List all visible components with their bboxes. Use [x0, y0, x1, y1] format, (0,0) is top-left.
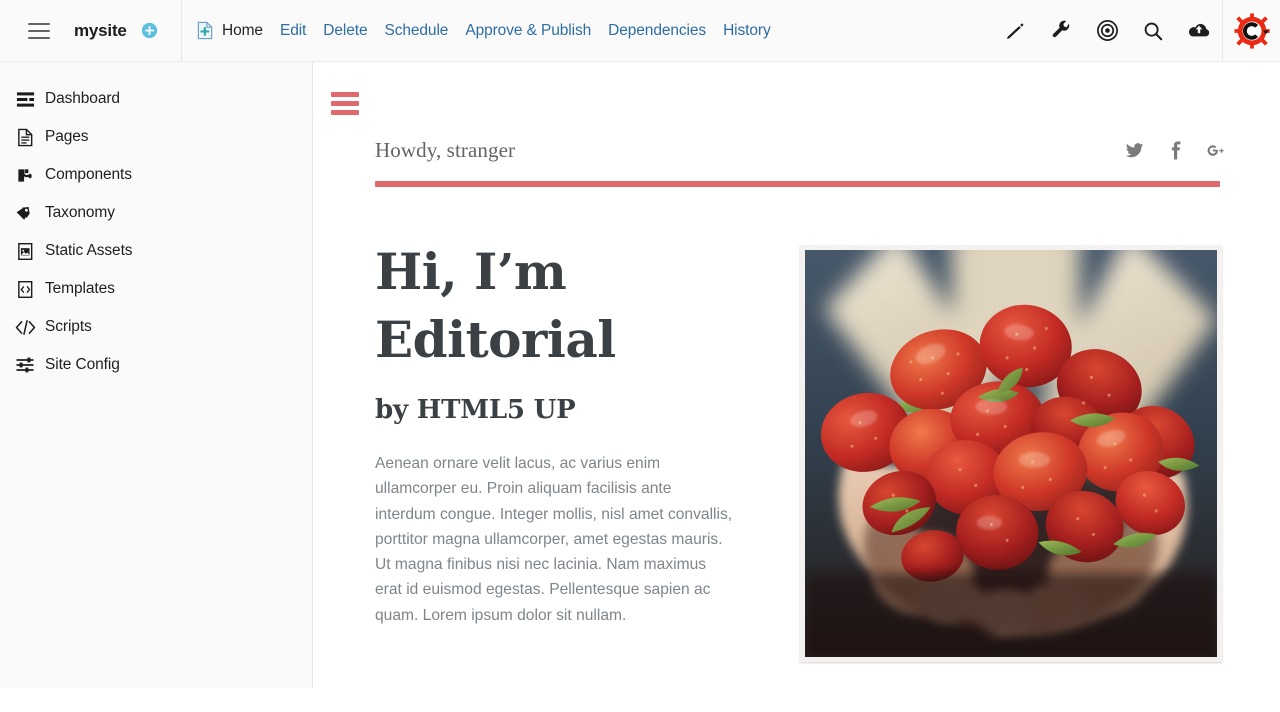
hamburger-bar: [28, 22, 50, 25]
sidebar-item-label: Dashboard: [45, 90, 120, 107]
header-divider: [375, 181, 1220, 187]
greeting-text: Howdy, stranger: [375, 138, 516, 162]
top-toolbar: mysite Home Edit Delete Schedule Approve…: [0, 0, 1280, 62]
preview-hamburger-icon[interactable]: [331, 92, 359, 115]
strawberries-in-hands-photo: [800, 245, 1222, 662]
hamburger-bar: [28, 36, 50, 39]
page-preview-pane: Howdy, stranger Hi, I’m Editorial by HTM…: [314, 62, 1280, 712]
sidebar: Dashboard Pages Components Taxonomy Stat…: [0, 62, 313, 688]
topbar-site-section: mysite: [0, 0, 182, 62]
sidebar-item-label: Taxonomy: [45, 204, 115, 221]
pencil-glyph: [1006, 23, 1023, 39]
hamburger-bar: [331, 110, 359, 115]
strawberries-photo-art: [805, 250, 1217, 657]
nav-item-dependencies[interactable]: Dependencies: [608, 22, 706, 40]
nav-item-edit[interactable]: Edit: [280, 22, 306, 40]
tag-icon: [14, 202, 36, 224]
target-glyph: [1096, 20, 1118, 41]
sidebar-item-dashboard[interactable]: Dashboard: [0, 80, 312, 118]
components-icon: [14, 164, 36, 186]
pencil-icon[interactable]: [992, 0, 1038, 62]
cloud-upload-glyph: [1188, 23, 1210, 36]
sidebar-item-label: Pages: [45, 128, 89, 145]
nav-item-delete[interactable]: Delete: [323, 22, 367, 40]
hamburger-icon[interactable]: [28, 22, 50, 39]
sidebar-item-scripts[interactable]: Scripts: [0, 308, 312, 346]
content-actions-nav: Home Edit Delete Schedule Approve & Publ…: [182, 21, 992, 40]
sidebar-item-label: Site Config: [45, 356, 120, 373]
hamburger-bar: [28, 29, 50, 32]
hero-text-column: Hi, I’m Editorial by HTML5 UP Aenean orn…: [375, 238, 800, 662]
sidebar-item-label: Components: [45, 166, 132, 183]
sidebar-item-static-assets[interactable]: Static Assets: [0, 232, 312, 270]
google-plus-icon[interactable]: [1206, 141, 1226, 161]
sidebar-item-templates[interactable]: Templates: [0, 270, 312, 308]
page-add-icon: [197, 21, 213, 40]
hero-title-line1: Hi, I’m: [375, 242, 567, 301]
dashboard-icon: [14, 88, 36, 110]
cloud-upload-icon[interactable]: [1176, 0, 1222, 62]
circle-plus-icon[interactable]: [141, 22, 158, 39]
crafter-gear-logo[interactable]: [1222, 0, 1280, 62]
facebook-icon[interactable]: [1165, 141, 1185, 161]
site-name-label[interactable]: mysite: [74, 21, 127, 41]
image-icon: [14, 240, 36, 262]
hero-title-line2: Editorial: [375, 309, 616, 369]
sidebar-item-label: Scripts: [45, 318, 92, 335]
search-icon[interactable]: [1130, 0, 1176, 62]
sidebar-item-components[interactable]: Components: [0, 156, 312, 194]
preview-header-row: Howdy, stranger: [375, 138, 1226, 163]
crafter-gear-glyph: [1233, 12, 1270, 49]
sidebar-item-label: Static Assets: [45, 242, 133, 259]
target-icon[interactable]: [1084, 0, 1130, 62]
hero-title: Hi, I’m Editorial: [375, 238, 770, 373]
topbar-tools: [992, 0, 1280, 62]
sliders-icon: [14, 354, 36, 376]
wrench-glyph: [1052, 20, 1069, 38]
nav-item-schedule[interactable]: Schedule: [384, 22, 448, 40]
page-icon: [14, 126, 36, 148]
hamburger-bar: [331, 101, 359, 106]
sidebar-item-site-config[interactable]: Site Config: [0, 346, 312, 384]
hero-paragraph: Aenean ornare velit lacus, ac varius eni…: [375, 455, 733, 624]
sidebar-item-taxonomy[interactable]: Taxonomy: [0, 194, 312, 232]
template-code-icon: [14, 278, 36, 300]
nav-item-home[interactable]: Home: [222, 22, 263, 40]
sidebar-item-label: Templates: [45, 280, 115, 297]
social-links: [1124, 141, 1226, 161]
search-glyph: [1144, 22, 1163, 40]
hero-section: Hi, I’m Editorial by HTML5 UP Aenean orn…: [375, 238, 1223, 662]
nav-item-history[interactable]: History: [723, 22, 771, 40]
wrench-icon[interactable]: [1038, 0, 1084, 62]
hamburger-bar: [331, 92, 359, 97]
sidebar-item-pages[interactable]: Pages: [0, 118, 312, 156]
code-brackets-icon: [14, 316, 36, 338]
nav-item-approve-publish[interactable]: Approve & Publish: [465, 22, 591, 40]
twitter-icon[interactable]: [1124, 141, 1144, 161]
hero-subtitle: by HTML5 UP: [375, 395, 576, 425]
hero-image-column: [800, 238, 1223, 662]
